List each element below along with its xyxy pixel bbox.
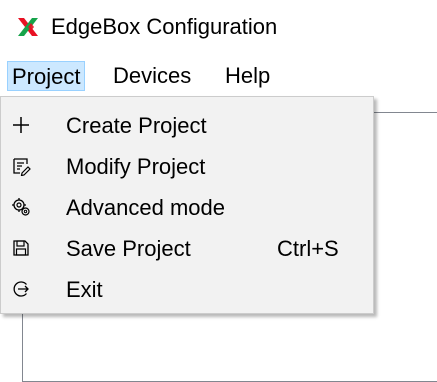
exit-icon [11, 279, 31, 299]
save-project-label: Save Project [66, 236, 191, 261]
advanced-settings-icon [11, 197, 31, 217]
exit-menu-item[interactable]: Exit [1, 269, 373, 310]
save-project-menu-item[interactable]: Save Project Ctrl+S [1, 228, 373, 269]
advanced-mode-menu-item[interactable]: Advanced mode [1, 187, 373, 228]
save-shortcut-label: Ctrl+S [277, 236, 339, 261]
edit-document-icon [11, 156, 31, 176]
advanced-mode-label: Advanced mode [66, 195, 225, 220]
save-icon [11, 238, 31, 258]
menu-bar: Project Devices Help [0, 56, 437, 96]
create-project-menu-item[interactable]: Create Project [1, 105, 373, 146]
plus-icon [11, 115, 31, 135]
project-dropdown-menu: Create Project Modify Project Advanced m… [0, 96, 374, 314]
menu-devices[interactable]: Devices [109, 61, 195, 91]
create-project-label: Create Project [66, 113, 207, 138]
title-bar: EdgeBox Configuration [0, 0, 437, 56]
exit-label: Exit [66, 277, 103, 302]
menu-help[interactable]: Help [221, 61, 274, 91]
window-title: EdgeBox Configuration [51, 14, 278, 39]
menu-project[interactable]: Project [7, 61, 86, 91]
modify-project-label: Modify Project [66, 154, 206, 179]
modify-project-menu-item[interactable]: Modify Project [1, 146, 373, 187]
app-x-icon [18, 18, 38, 36]
